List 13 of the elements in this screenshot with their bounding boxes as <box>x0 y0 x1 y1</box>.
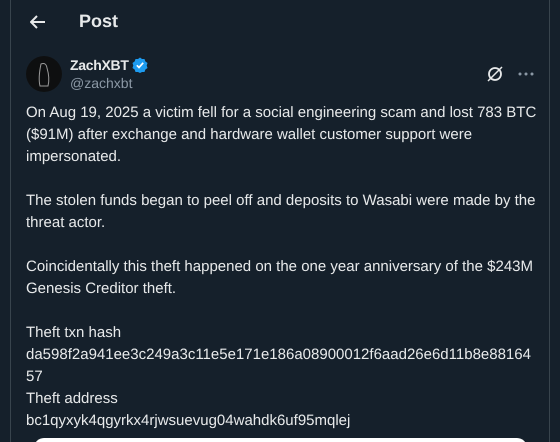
post-text: Theft txn hash <box>26 323 122 343</box>
grok-icon[interactable] <box>486 65 504 83</box>
post-text: Coincidentally this theft happened on the one year anniversary of the $243M Genesis Creditor theft. <box>26 257 534 299</box>
post-text: The stolen funds began to peel off and deposits to Wasabi were made by the threat actor. <box>26 191 536 233</box>
post-text: da598f2a941ee3c249a3c11e5e171e186a08900012f6aad26e6d11b8e8816457 <box>26 345 532 387</box>
author-name[interactable]: ZachXBT <box>70 56 129 74</box>
post-text: bc1qyxyk4qgyrkx4rjwsuevug04wahdk6uf95mqlej <box>26 411 352 431</box>
author-handle[interactable]: @zachxbt <box>70 74 148 92</box>
page-title: Post <box>79 11 118 32</box>
post-text: On Aug 19, 2025 a victim fell for a social engineering scam and lost 783 BTC ($91M) after exchange and hardware wallet customer support were impersonated. <box>26 103 537 167</box>
more-icon[interactable] <box>518 72 534 76</box>
avatar[interactable] <box>26 56 62 92</box>
post-text: Theft address <box>26 389 119 409</box>
